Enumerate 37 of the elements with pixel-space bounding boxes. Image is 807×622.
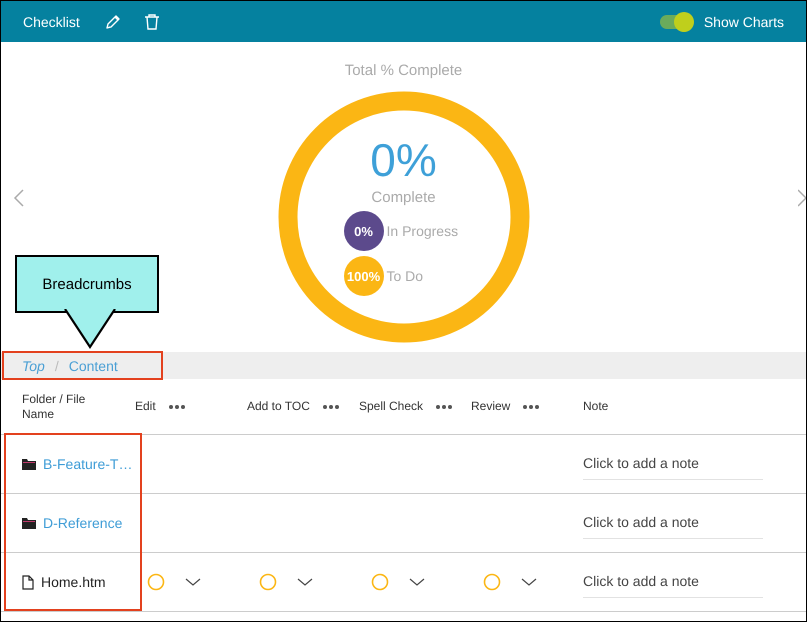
more-icon[interactable] — [435, 404, 454, 410]
folder-icon — [22, 458, 36, 470]
file-icon — [22, 574, 34, 590]
legend-dot: 0% — [344, 211, 384, 251]
legend-label: To Do — [386, 268, 424, 284]
toolbar-title: Checklist — [23, 14, 80, 30]
breadcrumb-link[interactable]: Content — [68, 358, 118, 374]
more-icon[interactable] — [168, 404, 186, 410]
file-link[interactable]: Home.htm — [41, 574, 106, 590]
chart-title: Total % Complete — [344, 62, 462, 79]
column-header: Note — [583, 399, 608, 414]
column-header: Spell Check — [359, 399, 424, 414]
chevron-left-icon[interactable] — [13, 188, 25, 208]
folder-icon — [22, 518, 36, 528]
column-header: Folder / File Name — [22, 392, 86, 422]
pencil-icon[interactable] — [104, 12, 122, 30]
more-icon[interactable] — [322, 404, 340, 410]
breadcrumb-separator: / — [54, 358, 59, 374]
chevron-right-icon[interactable] — [798, 188, 806, 208]
folder-link[interactable]: D-Reference — [43, 515, 122, 531]
legend-dot: 100% — [344, 256, 384, 296]
dropdown-caret-icon[interactable] — [521, 578, 537, 586]
column-header: Edit — [135, 399, 156, 414]
callout-text: Breadcrumbs — [42, 276, 132, 292]
trash-icon[interactable] — [144, 12, 160, 30]
toggle-label: Show Charts — [704, 14, 784, 30]
legend-label: In Progress — [386, 223, 458, 239]
column-header: Add to TOC — [247, 399, 310, 414]
dropdown-caret-icon[interactable] — [409, 578, 425, 586]
more-icon[interactable] — [522, 404, 540, 410]
column-header: Review — [471, 399, 510, 414]
complete-caption: Complete — [371, 189, 436, 206]
dropdown-caret-icon[interactable] — [297, 578, 313, 586]
breadcrumb-link[interactable]: Top — [22, 358, 45, 374]
dropdown-caret-icon[interactable] — [185, 578, 201, 586]
percent-complete: 0% — [370, 133, 437, 187]
folder-link[interactable]: B-Feature-T… — [43, 456, 132, 472]
